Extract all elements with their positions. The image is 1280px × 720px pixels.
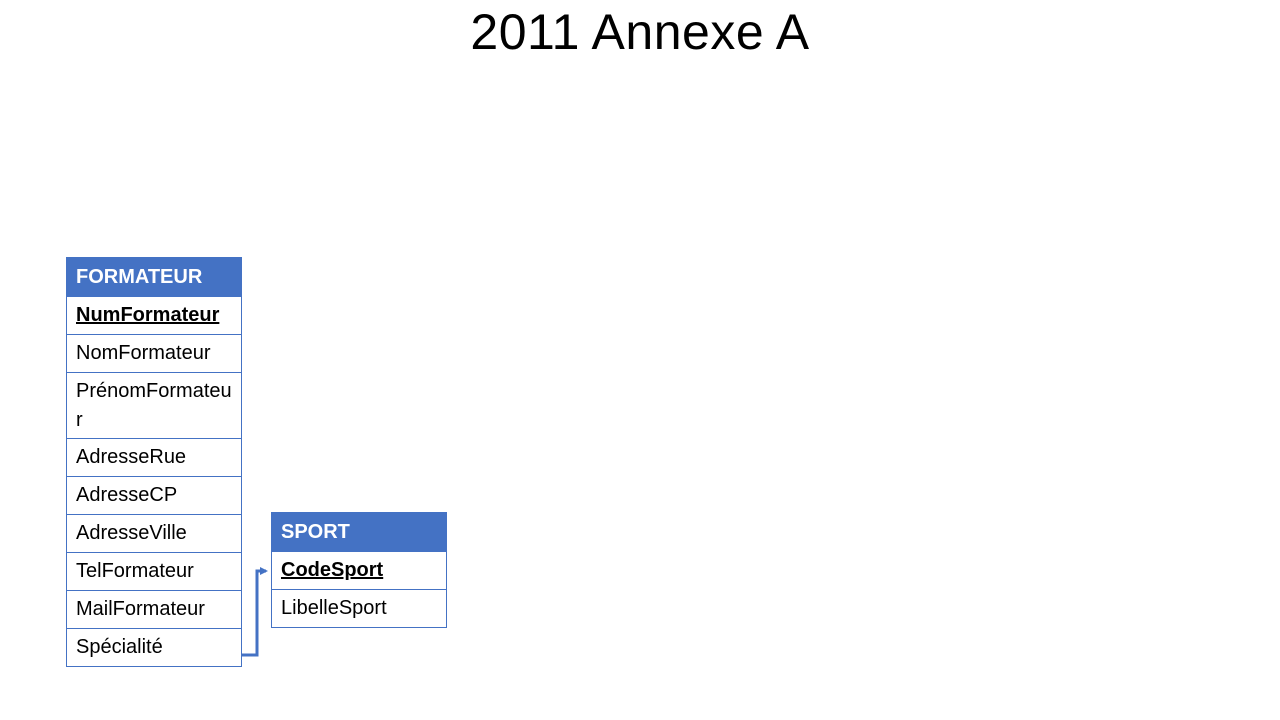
field-row: AdresseCP	[66, 476, 242, 515]
field-adresserue: AdresseRue	[66, 438, 242, 477]
field-nomformateur: NomFormateur	[66, 334, 242, 373]
entity-formateur-name: FORMATEUR	[66, 257, 242, 297]
field-adressecp: AdresseCP	[66, 476, 242, 515]
field-prenomformateur: PrénomFormateur	[66, 372, 242, 439]
field-row: NomFormateur	[66, 334, 242, 373]
field-row: AdresseRue	[66, 438, 242, 477]
field-row: AdresseVille	[66, 514, 242, 553]
slide-title: 2011 Annexe A	[470, 4, 810, 60]
field-row: CodeSport	[271, 551, 447, 590]
field-adresseville: AdresseVille	[66, 514, 242, 553]
relation-arrow-specialite-to-codesport	[242, 567, 268, 657]
field-row: LibelleSport	[271, 589, 447, 628]
entity-header-row: SPORT	[271, 512, 447, 552]
field-row: MailFormateur	[66, 590, 242, 629]
entity-header-row: FORMATEUR	[66, 257, 242, 297]
entity-sport-name: SPORT	[271, 512, 447, 552]
field-row: PrénomFormateur	[66, 372, 242, 439]
field-mailformateur: MailFormateur	[66, 590, 242, 629]
field-specialite: Spécialité	[66, 628, 242, 667]
entity-sport-table: SPORT CodeSport LibelleSport	[271, 512, 447, 628]
entity-formateur-table: FORMATEUR NumFormateur NomFormateur Prén…	[66, 257, 242, 667]
field-telformateur: TelFormateur	[66, 552, 242, 591]
field-row: Spécialité	[66, 628, 242, 667]
field-row: TelFormateur	[66, 552, 242, 591]
field-numformateur: NumFormateur	[66, 296, 242, 335]
field-libellesport: LibelleSport	[271, 589, 447, 628]
field-codesport: CodeSport	[271, 551, 447, 590]
field-row: NumFormateur	[66, 296, 242, 335]
